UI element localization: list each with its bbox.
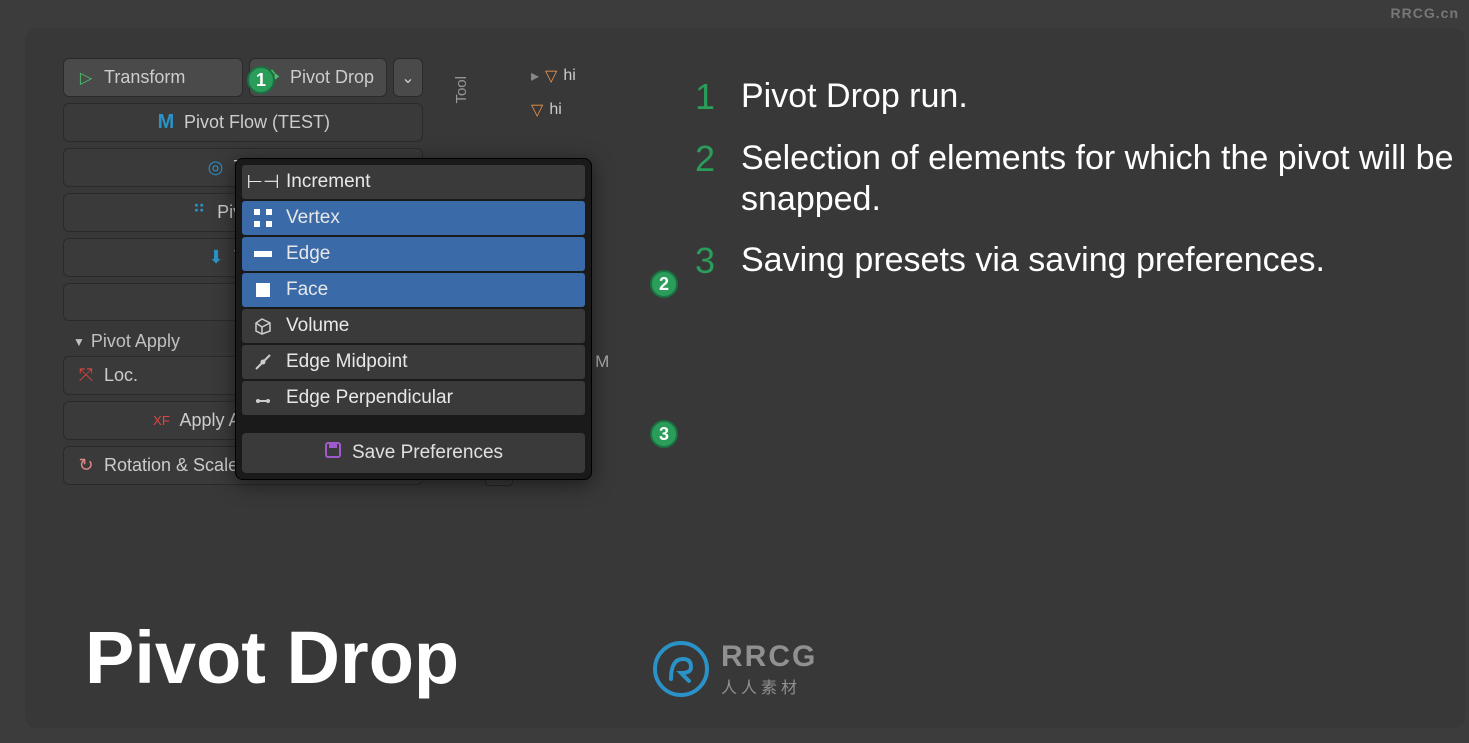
- badge-1: 1: [247, 66, 275, 94]
- mesh-icon: ▽: [545, 66, 557, 86]
- instruction-number: 2: [695, 138, 721, 180]
- edge-perpendicular-icon: [252, 387, 274, 409]
- content-frame: Tool st Rope ▸ ▽ hi ▽ hi d M ◻ ▭ ▷ Trans…: [25, 28, 1465, 728]
- rotate-icon: ↻: [76, 456, 96, 476]
- triangle-down-icon: ▼: [73, 335, 85, 349]
- watermark-text: RRCG.cn: [1391, 5, 1459, 21]
- pivot-drop-label: Pivot Drop: [290, 67, 374, 88]
- logo-sub-text: 人人素材: [721, 674, 817, 698]
- dd-item-increment[interactable]: ⊢⊣ Increment: [242, 165, 585, 199]
- axes-icon: ⤧: [76, 366, 96, 386]
- save-preferences-label: Save Preferences: [352, 442, 503, 464]
- dd-label: Vertex: [286, 207, 340, 229]
- dd-item-volume[interactable]: Volume: [242, 309, 585, 343]
- dots-icon: ⠛: [189, 203, 209, 223]
- logo-icon: [653, 641, 709, 697]
- instruction-text: Saving presets via saving preferences.: [741, 240, 1325, 281]
- transform-label: Transform: [104, 67, 185, 88]
- edge-icon: [252, 243, 274, 265]
- instructions-list: 1 Pivot Drop run. 2 Selection of element…: [695, 76, 1469, 302]
- outliner-row-1[interactable]: ▸ ▽ hi: [525, 64, 582, 88]
- dd-label: Increment: [286, 171, 370, 193]
- dd-item-edge-perpendicular[interactable]: Edge Perpendicular: [242, 381, 585, 415]
- m-icon: M: [156, 113, 176, 133]
- dd-item-vertex[interactable]: Vertex: [242, 201, 585, 235]
- badge-3: 3: [650, 420, 678, 448]
- instruction-text: Pivot Drop run.: [741, 76, 968, 117]
- play-icon: ▷: [76, 68, 96, 88]
- instruction-3: 3 Saving presets via saving preferences.: [695, 240, 1469, 282]
- dd-label: Volume: [286, 315, 349, 337]
- pivot-apply-label: Pivot Apply: [91, 331, 180, 352]
- transform-button[interactable]: ▷ Transform: [63, 58, 243, 97]
- chevron-right-icon: ▸: [531, 66, 539, 86]
- dd-item-face[interactable]: Face: [242, 273, 585, 307]
- dropdown-toggle[interactable]: ⌄: [393, 58, 423, 97]
- pivot-flow-button[interactable]: M Pivot Flow (TEST): [63, 103, 423, 142]
- volume-icon: [252, 315, 274, 337]
- mesh-icon: ▽: [531, 100, 543, 120]
- chevron-down-icon: ⌄: [401, 68, 414, 88]
- target-icon: ◎: [205, 158, 225, 178]
- badge-2: 2: [650, 270, 678, 298]
- dd-item-edge[interactable]: Edge: [242, 237, 585, 271]
- xf-icon: XF: [151, 411, 171, 431]
- increment-icon: ⊢⊣: [252, 171, 274, 193]
- instruction-text: Selection of elements for which the pivo…: [741, 138, 1469, 220]
- outliner-item-label: hi: [563, 67, 575, 85]
- logo: RRCG 人人素材: [653, 640, 817, 698]
- save-preferences-button[interactable]: Save Preferences: [242, 433, 585, 473]
- edge-midpoint-icon: [252, 351, 274, 373]
- dd-label: Face: [286, 279, 328, 301]
- side-tool-label: Tool: [453, 76, 470, 104]
- logo-main-text: RRCG: [721, 640, 817, 674]
- outliner-item-label: hi: [549, 101, 561, 119]
- loc-label: Loc.: [104, 365, 138, 386]
- download-icon: ⬇: [206, 248, 226, 268]
- page-title: Pivot Drop: [85, 615, 459, 700]
- dd-label: Edge Perpendicular: [286, 387, 453, 409]
- face-icon: [252, 279, 274, 301]
- instruction-2: 2 Selection of elements for which the pi…: [695, 138, 1469, 220]
- rotation-scale-label: Rotation & Scale: [104, 455, 238, 476]
- pivot-flow-label: Pivot Flow (TEST): [184, 112, 330, 133]
- vertex-icon: [252, 207, 274, 229]
- outliner-row-2[interactable]: ▽ hi: [525, 98, 568, 122]
- dd-label: Edge Midpoint: [286, 351, 407, 373]
- save-icon: [324, 441, 342, 465]
- instruction-number: 3: [695, 240, 721, 282]
- dd-item-edge-midpoint[interactable]: Edge Midpoint: [242, 345, 585, 379]
- dd-label: Edge: [286, 243, 330, 265]
- instruction-1: 1 Pivot Drop run.: [695, 76, 1469, 118]
- instruction-number: 1: [695, 76, 721, 118]
- snap-dropdown: ⊢⊣ Increment Vertex Edge Face Volume: [235, 158, 592, 480]
